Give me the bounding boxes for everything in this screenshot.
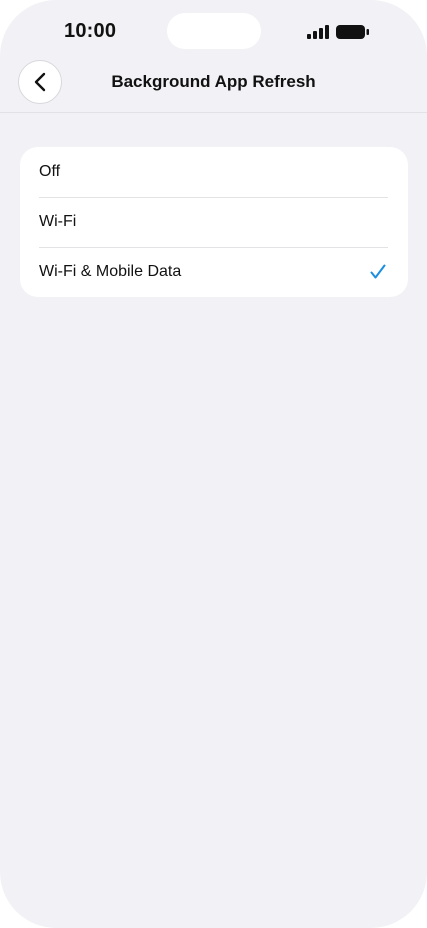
option-wifi-and-mobile-data[interactable]: Wi-Fi & Mobile Data xyxy=(20,247,408,297)
navigation-bar: Background App Refresh xyxy=(0,56,427,113)
cellular-signal-icon xyxy=(307,25,329,39)
status-time: 10:00 xyxy=(64,20,117,42)
option-off[interactable]: Off xyxy=(20,147,408,197)
page-title: Background App Refresh xyxy=(111,72,316,91)
battery-icon xyxy=(336,25,369,39)
option-label: Off xyxy=(39,163,61,180)
phone-screen: 10:00 Background App Refresh Off Wi-Fi W… xyxy=(0,0,427,928)
option-label: Wi-Fi & Mobile Data xyxy=(39,263,182,280)
refresh-options-list: Off Wi-Fi Wi-Fi & Mobile Data xyxy=(20,147,408,297)
status-bar: 10:00 xyxy=(0,0,427,56)
dynamic-island xyxy=(167,13,261,49)
checkmark-icon xyxy=(370,264,386,279)
option-label: Wi-Fi xyxy=(39,213,77,230)
option-wifi[interactable]: Wi-Fi xyxy=(20,197,408,247)
